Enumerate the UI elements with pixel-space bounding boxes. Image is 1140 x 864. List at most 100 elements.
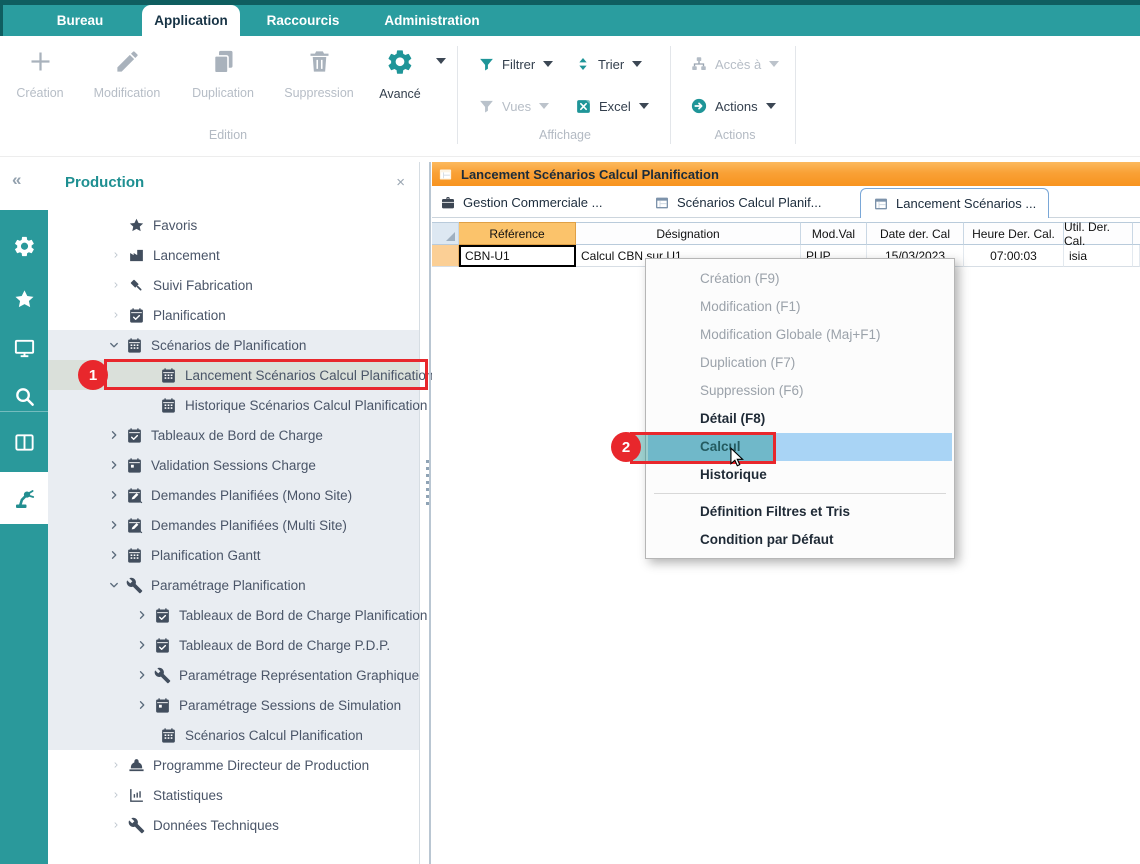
vues-caret[interactable]: [539, 103, 549, 109]
tree-item-tableaux-charge-pdp[interactable]: Tableaux de Bord de Charge P.D.P.: [48, 630, 419, 660]
vues-button[interactable]: Vues: [478, 96, 549, 116]
trier-caret[interactable]: [632, 61, 642, 67]
cell-util[interactable]: isia: [1064, 245, 1133, 267]
actions-caret[interactable]: [766, 103, 776, 109]
filtrer-caret[interactable]: [543, 61, 553, 67]
tree-item-favoris[interactable]: Favoris: [48, 210, 419, 240]
menu-item-historique[interactable]: Historique: [646, 461, 954, 489]
acces-caret[interactable]: [769, 61, 779, 67]
tree-item-demandes-planifiees-multi[interactable]: Demandes Planifiées (Multi Site): [48, 510, 419, 540]
chevron-right-icon[interactable]: [108, 519, 120, 531]
tree-item-donnees-techniques[interactable]: Données Techniques: [48, 810, 419, 840]
rail-monitor-icon[interactable]: [0, 322, 48, 374]
menu-tab-application[interactable]: Application: [142, 5, 240, 36]
tree-item-parametrage-sessions-simulation[interactable]: Paramétrage Sessions de Simulation: [48, 690, 419, 720]
trier-button[interactable]: Trier: [575, 54, 642, 74]
menu-item-modification-globale[interactable]: Modification Globale (Maj+F1): [646, 321, 954, 349]
chevron-right-icon[interactable]: [136, 669, 148, 681]
creation-button[interactable]: Création: [0, 46, 82, 100]
avance-button[interactable]: Avancé: [360, 46, 440, 101]
calendar-check-icon: [154, 637, 171, 654]
cell-reference[interactable]: CBN-U1: [459, 245, 576, 267]
chevron-right-icon[interactable]: [136, 699, 148, 711]
tree-item-scenarios-calcul-planification[interactable]: Scénarios Calcul Planification: [48, 720, 419, 750]
chevron-down-icon[interactable]: [108, 579, 120, 591]
tree-item-scenarios-de-planification[interactable]: Scénarios de Planification: [48, 330, 419, 360]
close-panel-icon[interactable]: ×: [396, 174, 405, 191]
splitter-handle[interactable]: [426, 460, 429, 506]
col-header-heure[interactable]: Heure Der. Cal.: [964, 222, 1064, 245]
tree-item-planification-gantt[interactable]: Planification Gantt: [48, 540, 419, 570]
tree-item-statistiques[interactable]: Statistiques: [48, 780, 419, 810]
menu-tab-bureau[interactable]: Bureau: [40, 5, 120, 36]
tree-item-demandes-planifiees-mono[interactable]: Demandes Planifiées (Mono Site): [48, 480, 419, 510]
doc-tab-gestion-commerciale[interactable]: Gestion Commerciale ...: [440, 189, 602, 216]
chevron-right-icon[interactable]: [136, 609, 148, 621]
hardhat-icon: [128, 757, 145, 774]
duplication-button[interactable]: Duplication: [181, 46, 265, 100]
row-indicator[interactable]: [432, 245, 459, 267]
tree-item-parametrage-planification[interactable]: Paramétrage Planification: [48, 570, 419, 600]
tree-item-programme-directeur[interactable]: Programme Directeur de Production: [48, 750, 419, 780]
rail-robot-arm-icon[interactable]: [0, 472, 48, 524]
avance-dropdown-caret[interactable]: [436, 58, 446, 64]
menu-tab-raccourcis[interactable]: Raccourcis: [258, 5, 348, 36]
rail-search-icon[interactable]: [0, 370, 48, 422]
menu-item-definition-filtres[interactable]: Définition Filtres et Tris: [646, 498, 954, 526]
excel-button[interactable]: Excel: [575, 96, 649, 116]
filtrer-button[interactable]: Filtrer: [478, 54, 553, 74]
grid-header-row: Référence Désignation Mod.Val Date der. …: [432, 222, 1140, 245]
suppression-button[interactable]: Suppression: [277, 46, 361, 100]
chevron-right-icon[interactable]: [136, 639, 148, 651]
acces-a-button[interactable]: Accès à: [690, 54, 779, 74]
menu-item-modification[interactable]: Modification (F1): [646, 293, 954, 321]
calendar-edit-icon: [126, 517, 143, 534]
chevron-down-icon[interactable]: [108, 339, 120, 351]
tree-item-suivi-fabrication[interactable]: Suivi Fabrication: [48, 270, 419, 300]
tree-item-tableaux-bord-charge[interactable]: Tableaux de Bord de Charge: [48, 420, 419, 450]
tree-item-parametrage-representation[interactable]: Paramétrage Représentation Graphique: [48, 660, 419, 690]
tree-item-planification[interactable]: Planification: [48, 300, 419, 330]
chevron-right-icon[interactable]: [108, 429, 120, 441]
modification-button[interactable]: Modification: [85, 46, 169, 100]
document-title: Lancement Scénarios Calcul Planification: [461, 167, 719, 182]
col-header-modval[interactable]: Mod.Val: [801, 222, 867, 245]
wrench-icon: [126, 577, 143, 594]
menu-item-calcul[interactable]: Calcul: [648, 433, 952, 461]
col-header-date[interactable]: Date der. Cal: [867, 222, 964, 245]
actions-button[interactable]: Actions: [690, 96, 776, 116]
menu-item-creation[interactable]: Création (F9): [646, 265, 954, 293]
window-icon: [654, 195, 670, 211]
doc-tab-scenarios-calcul[interactable]: Scénarios Calcul Planif...: [654, 189, 822, 216]
trash-icon: [306, 48, 333, 78]
menu-item-duplication[interactable]: Duplication (F7): [646, 349, 954, 377]
rail-favorites-star-icon[interactable]: [0, 273, 48, 325]
tree-item-validation-sessions-charge[interactable]: Validation Sessions Charge: [48, 450, 419, 480]
tree-item-historique-scenarios-calcul[interactable]: Historique Scénarios Calcul Planificatio…: [48, 390, 419, 420]
tree-item-tableaux-charge-planification[interactable]: Tableaux de Bord de Charge Planification: [48, 600, 419, 630]
grid-select-all[interactable]: [432, 222, 459, 245]
chevron-right-icon[interactable]: [108, 459, 120, 471]
window-icon: [438, 167, 453, 182]
tree-item-lancement[interactable]: Lancement: [48, 240, 419, 270]
collapse-panel-button[interactable]: «: [12, 170, 21, 190]
col-header-designation[interactable]: Désignation: [576, 222, 801, 245]
menubar: Bureau Application Raccourcis Administra…: [0, 0, 1140, 36]
menu-item-detail[interactable]: Détail (F8): [646, 405, 954, 433]
menu-tab-administration[interactable]: Administration: [372, 5, 492, 36]
plus-icon: [27, 48, 54, 78]
rail-settings-wheel-icon[interactable]: [0, 220, 48, 272]
menu-item-suppression[interactable]: Suppression (F6): [646, 377, 954, 405]
menu-item-condition-defaut[interactable]: Condition par Défaut: [646, 526, 954, 554]
factory-icon: [128, 247, 145, 264]
chevron-right-icon[interactable]: [108, 549, 120, 561]
excel-caret[interactable]: [639, 103, 649, 109]
doc-tab-lancement-scenarios[interactable]: Lancement Scénarios ...: [860, 188, 1049, 218]
rail-columns-icon[interactable]: [0, 416, 48, 468]
panel-splitter[interactable]: [429, 162, 431, 864]
cell-heure[interactable]: 07:00:03: [964, 245, 1064, 267]
chevron-right-icon[interactable]: [108, 489, 120, 501]
col-header-reference[interactable]: Référence: [459, 222, 576, 245]
col-header-util[interactable]: Util. Der. Cal.: [1064, 222, 1133, 245]
actions-group-label: Actions: [675, 128, 795, 142]
